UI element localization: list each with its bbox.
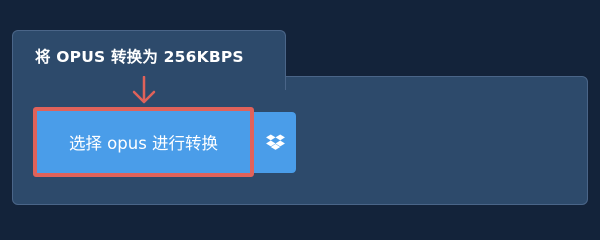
dropbox-button[interactable] [254,112,296,173]
choose-file-button[interactable]: 选择 opus 进行转换 [37,111,250,173]
pointer-arrow-icon [132,76,156,104]
dropbox-icon [265,134,285,150]
tab-title: 将 OPUS 转换为 256KBPS [35,48,244,66]
